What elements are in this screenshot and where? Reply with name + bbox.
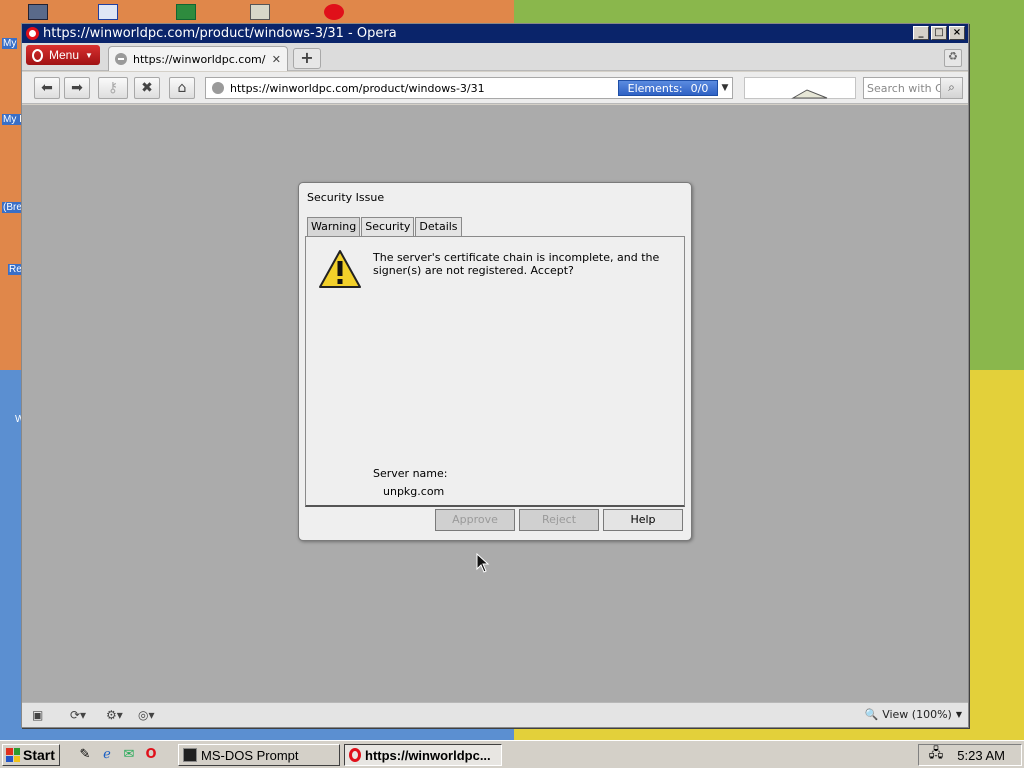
desktop-opera-icon[interactable] [324,4,344,20]
search-placeholder[interactable]: Search with Co [864,82,940,95]
internet-explorer-icon[interactable]: ℯ [98,746,116,764]
window-title: https://winworldpc.com/product/windows-3… [43,26,397,41]
site-globe-icon [115,53,127,65]
start-button[interactable]: Start [2,744,60,766]
tab-details[interactable]: Details [415,217,462,236]
forward-button[interactable]: ➡ [64,77,90,99]
menu-chevron-icon: ▼ [85,50,93,60]
forward-arrow-icon: ➡ [71,80,83,96]
system-tray: 🖧 5:23 AM [918,744,1022,766]
navigation-bar: ⬅ ➡ ⚷ ✖ ⌂ https://winworldpc.com/product… [22,72,968,104]
key-icon: ⚷ [107,80,119,96]
desktop-label-3[interactable]: (Bre [2,202,23,213]
tab-title: https://winworldpc.com/... [133,52,266,66]
taskbar: Start ✎ ℯ ✉ O MS-DOS Prompt https://winw… [0,740,1024,768]
key-button[interactable]: ⚷ [98,77,128,99]
desktop-computer-icon[interactable] [28,4,48,20]
dialog-title: Security Issue [307,191,385,204]
stop-x-icon: ✖ [141,80,153,96]
thumbnail-shape-icon [791,89,828,99]
zoom-dropdown-icon: ▼ [955,710,962,719]
back-arrow-icon: ⬅ [41,80,53,96]
zoom-label: View (100%) [882,708,952,721]
desktop-label-1[interactable]: My [2,38,18,49]
maximize-button[interactable]: □ [931,26,947,40]
desktop-excel-icon[interactable] [176,4,196,20]
tab-active[interactable]: https://winworldpc.com/... ✕ [108,46,288,71]
tab-close-icon[interactable]: ✕ [272,53,281,66]
tab-strip: Menu ▼ https://winworldpc.com/... ✕ + ♻ [22,43,968,71]
desktop-mail-icon[interactable] [98,4,118,20]
security-issue-dialog: Security Issue Warning Security Details … [298,182,692,541]
site-info-icon[interactable] [212,82,224,94]
network-tray-icon[interactable]: 🖧 [929,744,944,766]
browser-window: https://winworldpc.com/product/windows-3… [21,23,969,728]
opera-quicklaunch-icon[interactable]: O [142,746,160,764]
outlook-icon[interactable]: ✉ [120,746,138,764]
page-content: Security Issue Warning Security Details … [22,105,968,703]
warning-panel: The server's certificate chain is incomp… [305,236,685,507]
tab-security[interactable]: Security [361,217,415,236]
desktop-clock-icon[interactable] [250,4,270,20]
tab-warning[interactable]: Warning [307,217,361,237]
help-button[interactable]: Help [603,509,683,531]
opera-o-icon [32,48,43,62]
desktop-label-2[interactable]: My I [2,114,23,125]
status-bar: ▣ ⟳▾ ⚙▾ ◎▾ 🔍 View (100%) ▼ [22,702,968,727]
elements-count: 0/0 [690,81,709,95]
clock[interactable]: 5:23 AM [957,748,1005,763]
windows-logo-icon [6,748,20,762]
window-titlebar[interactable]: https://winworldpc.com/product/windows-3… [22,24,968,43]
search-icon[interactable]: ⌕ [940,78,962,98]
opera-menu-button[interactable]: Menu ▼ [26,45,100,65]
page-thumbnail [744,77,856,99]
reject-button[interactable]: Reject [519,509,599,531]
minimize-button[interactable]: _ [913,26,929,40]
search-box[interactable]: Search with Co ⌕ [863,77,963,99]
elements-indicator[interactable]: Elements: 0/0 [618,80,718,96]
home-icon: ⌂ [177,80,187,96]
task-label-msdos: MS-DOS Prompt [201,747,299,763]
stop-button[interactable]: ✖ [134,77,160,99]
approve-button[interactable]: Approve [435,509,515,531]
trash-icon[interactable]: ♻ [944,49,962,67]
server-name-value: unpkg.com [383,485,445,498]
mouse-cursor-icon [476,553,490,573]
new-tab-button[interactable]: + [293,48,321,69]
server-name-label: Server name: [373,467,448,480]
msdos-icon [183,748,197,762]
opera-task-icon [349,748,361,762]
dialog-tabs: Warning Security Details [307,217,463,237]
back-button[interactable]: ⬅ [34,77,60,99]
task-label-opera: https://winworldpc... [365,747,491,763]
panel-toggle-icon[interactable]: ▣ [32,708,43,722]
zoom-control[interactable]: 🔍 View (100%) ▼ [865,708,963,721]
start-label: Start [23,747,55,763]
zoom-magnifier-icon: 🔍 [864,708,879,721]
task-opera[interactable]: https://winworldpc... [344,744,502,766]
opera-logo-icon [26,27,39,40]
menu-label: Menu [49,48,80,62]
task-msdos-prompt[interactable]: MS-DOS Prompt [178,744,340,766]
unite-icon[interactable]: ⚙▾ [106,708,123,722]
address-dropdown-icon[interactable]: ▼ [719,80,731,96]
warning-triangle-icon [319,250,361,288]
elements-label: Elements: [627,81,683,95]
turbo-icon[interactable]: ◎▾ [138,708,155,722]
warning-message: The server's certificate chain is incomp… [373,251,660,277]
sync-icon[interactable]: ⟳▾ [70,708,86,722]
address-bar[interactable]: https://winworldpc.com/product/windows-3… [205,77,733,99]
close-window-button[interactable]: × [949,26,965,40]
home-button[interactable]: ⌂ [169,77,195,99]
show-desktop-icon[interactable]: ✎ [76,746,94,764]
